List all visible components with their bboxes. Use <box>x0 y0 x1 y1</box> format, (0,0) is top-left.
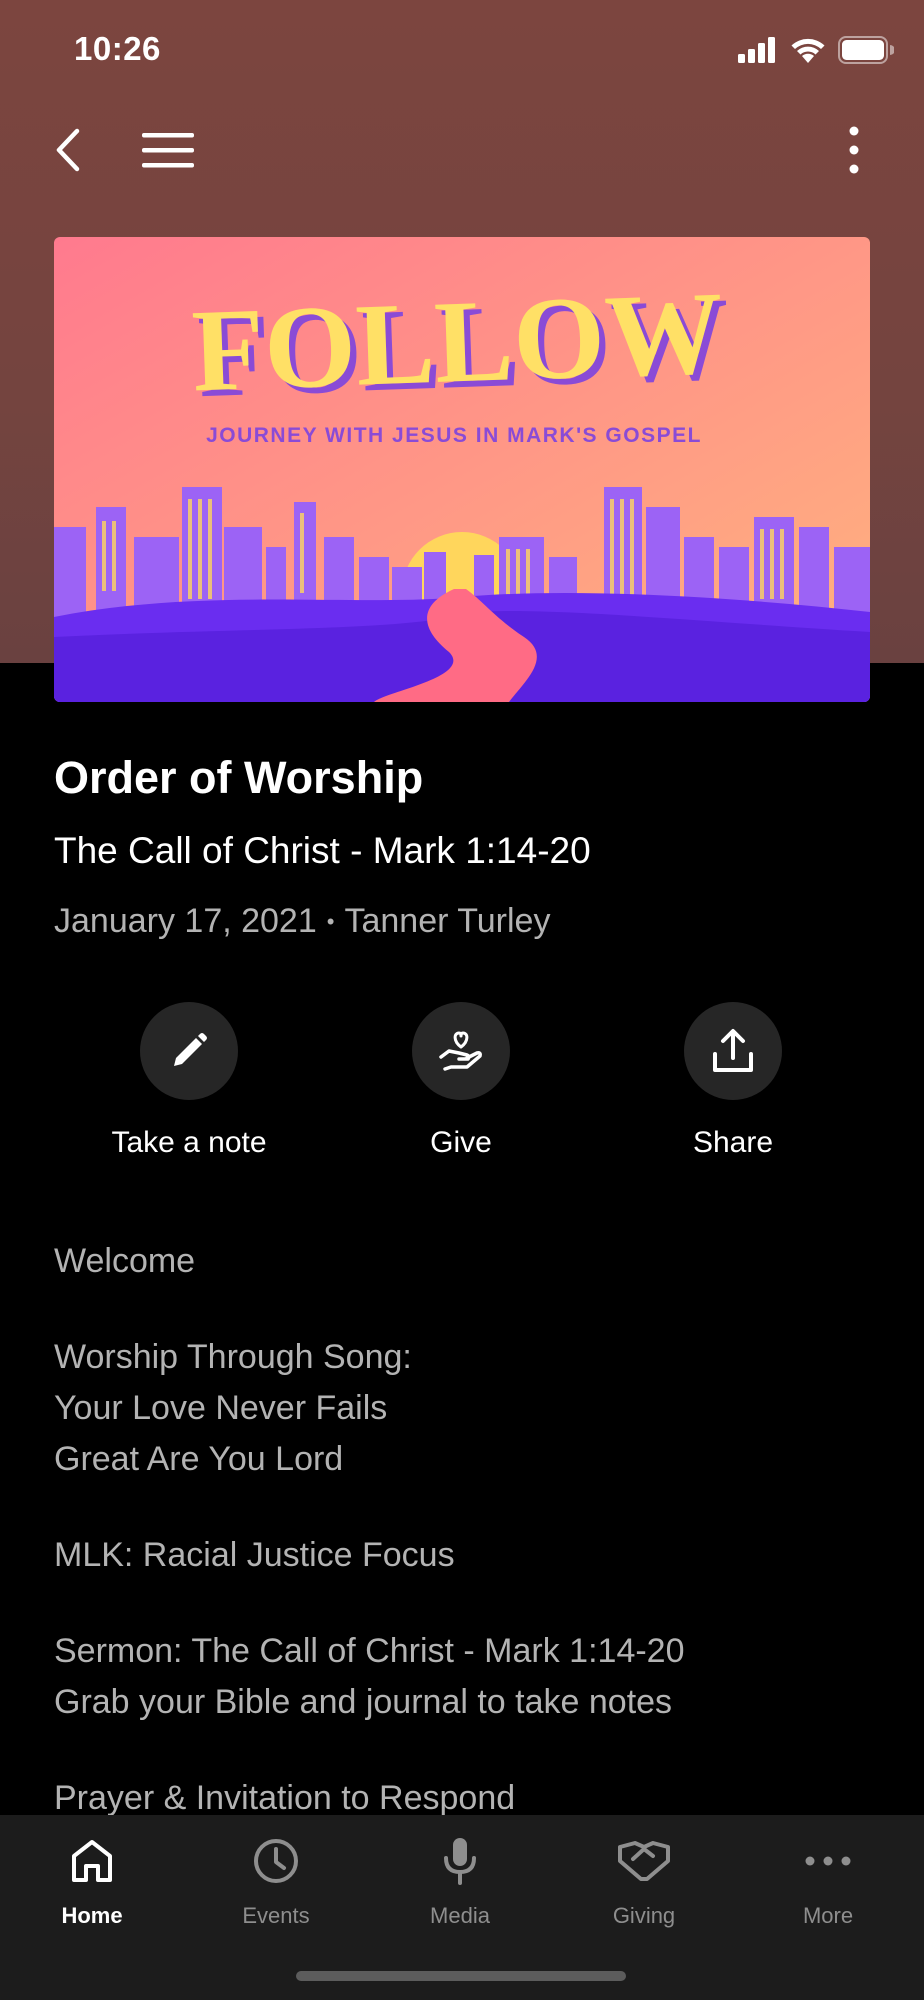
sermon-series-banner: FOLLOW FOLLOW JOURNEY WITH JESUS IN MARK… <box>54 237 870 702</box>
give-circle[interactable] <box>412 1002 510 1100</box>
order-of-worship-content: Welcome Worship Through Song: Your Love … <box>54 1236 870 1824</box>
svg-text:JOURNEY WITH JESUS IN MARK'S G: JOURNEY WITH JESUS IN MARK'S GOSPEL <box>206 424 702 447</box>
home-icon <box>64 1833 120 1889</box>
tab-more-label: More <box>802 1903 854 1928</box>
horizontal-ellipsis-icon <box>800 1833 856 1889</box>
content-line: MLK: Racial Justice Focus <box>54 1536 455 1574</box>
signal-icon <box>738 37 775 63</box>
content-line: Great Are You Lord <box>54 1440 344 1478</box>
status-bar: 10:26 <box>0 0 924 100</box>
battery-icon <box>838 36 894 64</box>
page-title: Order of Worship <box>54 752 424 803</box>
wifi-icon <box>791 38 825 63</box>
clock-icon <box>248 1833 304 1889</box>
take-note-label: Take a note <box>111 1126 267 1159</box>
share-circle[interactable] <box>684 1002 782 1100</box>
sermon-meta: January 17, 2021 • Tanner Turley <box>54 902 550 941</box>
tab-home-label: Home <box>61 1903 123 1928</box>
content-line: Worship Through Song: <box>54 1338 412 1376</box>
home-indicator <box>296 1971 626 1981</box>
give-button[interactable]: Give <box>351 1002 571 1160</box>
sermon-subtitle: The Call of Christ - Mark 1:14-20 <box>54 830 591 871</box>
tab-events[interactable]: Events <box>184 1833 368 1929</box>
content-line: Sermon: The Call of Christ - Mark 1:14-2… <box>54 1632 685 1670</box>
more-options-button[interactable] <box>814 110 894 190</box>
back-button[interactable] <box>28 110 108 190</box>
share-icon <box>713 1029 753 1072</box>
menu-button[interactable] <box>128 110 208 190</box>
pencil-icon <box>174 1033 207 1066</box>
share-label: Share <box>692 1126 774 1159</box>
tab-media-label: Media <box>430 1903 490 1928</box>
content-line: Grab your Bible and journal to take note… <box>54 1683 673 1721</box>
status-icons <box>738 36 894 64</box>
tab-events-label: Events <box>242 1903 310 1928</box>
share-button[interactable]: Share <box>623 1002 843 1160</box>
action-row: Take a note Give Share <box>0 1002 924 1172</box>
svg-text:FOLLOW: FOLLOW <box>190 267 725 416</box>
content-line: Your Love Never Fails <box>54 1389 388 1427</box>
vertical-ellipsis-icon <box>849 126 859 174</box>
speaker-name: Tanner Turley <box>344 902 551 940</box>
status-time: 10:26 <box>74 30 161 67</box>
tab-more[interactable]: More <box>736 1833 920 1929</box>
meta-separator: • <box>326 908 335 934</box>
nav-bar <box>0 110 924 190</box>
tab-giving-label: Giving <box>612 1903 676 1928</box>
microphone-icon <box>432 1833 488 1889</box>
tab-home[interactable]: Home <box>0 1833 184 1929</box>
follow-series-artwork: FOLLOW FOLLOW JOURNEY WITH JESUS IN MARK… <box>54 237 870 702</box>
handshake-icon <box>616 1833 672 1889</box>
tab-giving[interactable]: Giving <box>552 1833 736 1929</box>
take-note-button[interactable]: Take a note <box>79 1002 299 1160</box>
sermon-date: January 17, 2021 <box>54 902 317 940</box>
content-line: Welcome <box>54 1242 196 1280</box>
chevron-left-icon <box>56 128 80 172</box>
hamburger-icon <box>142 133 194 168</box>
give-label: Give <box>430 1126 492 1159</box>
hand-heart-icon <box>439 1031 482 1071</box>
take-note-circle[interactable] <box>140 1002 238 1100</box>
tab-media[interactable]: Media <box>368 1833 552 1929</box>
